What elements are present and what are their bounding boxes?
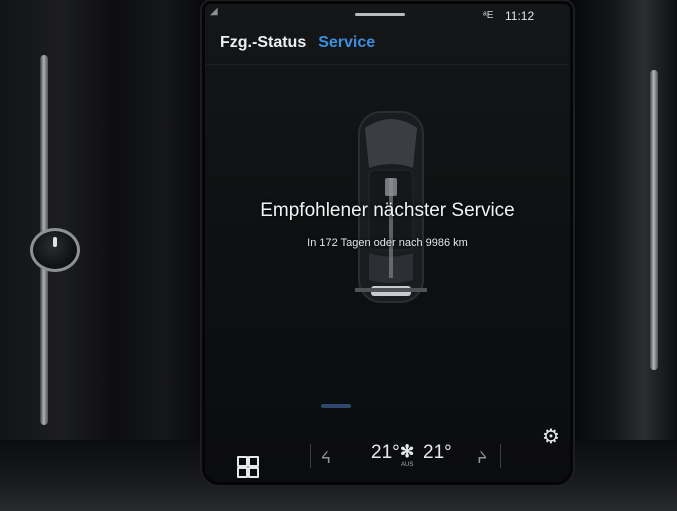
seat-heat-left-icon[interactable]: ᔦ — [321, 448, 331, 468]
clock: 11:12 — [505, 9, 535, 23]
fan-icon[interactable]: ✻ — [400, 442, 414, 462]
seat-heat-right-icon[interactable]: ᔨ — [477, 448, 487, 468]
climate-bar: ᔦ 21° ✻ AUS 21° ᔨ ⚙ — [205, 422, 570, 478]
gear-icon[interactable]: ⚙ — [542, 424, 560, 449]
volume-knob[interactable] — [30, 228, 80, 272]
divider — [500, 444, 501, 468]
screen-reflection — [321, 404, 351, 408]
temp-right[interactable]: 21° — [423, 442, 452, 464]
service-title: Empfohlener nächster Service — [260, 200, 515, 221]
air-vent-chrome-right — [650, 70, 658, 370]
tab-vehicle-status[interactable]: Fzg.-Status — [220, 34, 306, 52]
infotainment-screen: ◢ ᵃE 11:12 Fzg.-Status Service Empfohlen… — [205, 4, 570, 482]
temp-left[interactable]: 21° — [371, 442, 400, 464]
service-detail: In 172 Tagen oder nach 9986 km — [307, 237, 468, 249]
tab-service[interactable]: Service — [318, 34, 375, 52]
header-divider — [205, 64, 570, 65]
status-bar: ◢ ᵃE 11:12 — [205, 4, 570, 28]
fan-mode-label: AUS — [401, 462, 414, 468]
knob-indicator — [53, 237, 57, 247]
pull-down-handle[interactable] — [355, 13, 405, 16]
header-tabs: Fzg.-Status Service — [220, 34, 375, 56]
dashboard-right-panel — [567, 0, 677, 511]
home-grid-icon[interactable] — [237, 456, 259, 478]
signal-icon: ◢ — [210, 6, 218, 17]
network-indicator: ᵃE — [483, 10, 494, 21]
divider — [310, 444, 311, 468]
